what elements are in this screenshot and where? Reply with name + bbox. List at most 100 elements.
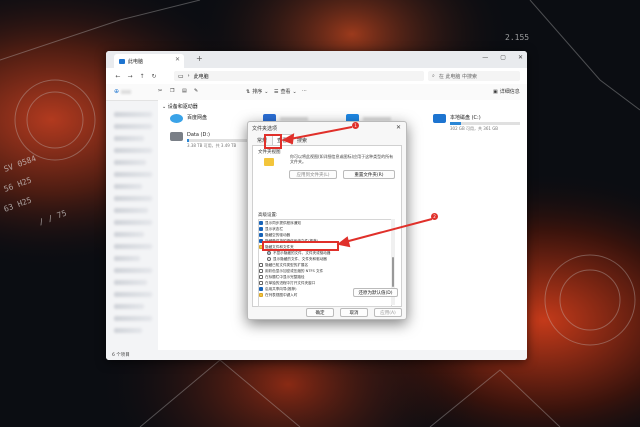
sidebar-item[interactable] <box>114 148 152 153</box>
hard-drive-icon <box>170 132 183 141</box>
new-tab-icon[interactable]: + <box>196 54 203 63</box>
dialog-title: 文件夹选项 <box>252 126 278 132</box>
sidebar-item[interactable] <box>114 304 144 309</box>
sidebar-item[interactable] <box>114 328 142 333</box>
sidebar-item[interactable] <box>114 124 152 129</box>
address-bar[interactable]: ▭ › 此电脑 <box>174 71 424 81</box>
more-icon[interactable]: ··· <box>302 88 307 94</box>
restore-defaults-button[interactable]: 还原为默认值(D) <box>353 288 398 297</box>
sidebar-item[interactable] <box>114 244 152 249</box>
monitor-icon: ▭ <box>178 72 184 80</box>
checkbox[interactable] <box>259 287 263 291</box>
usage-bar <box>450 122 520 125</box>
checkbox[interactable] <box>259 221 263 225</box>
copy-icon[interactable]: ❐ <box>170 88 174 94</box>
reset-folders-button[interactable]: 重置文件夹(R) <box>343 170 395 179</box>
up-icon[interactable]: ↑ <box>136 73 148 80</box>
close-icon[interactable]: ✕ <box>518 54 523 61</box>
option-label: 启用共享向导(推荐) <box>265 286 297 291</box>
cancel-button[interactable]: 取消 <box>340 308 368 317</box>
navigation-pane <box>106 100 158 350</box>
details-icon: ▣ <box>493 88 498 95</box>
computer-icon <box>119 58 125 64</box>
search-placeholder: 在 此电脑 中搜索 <box>438 73 477 80</box>
sidebar-item[interactable] <box>114 220 152 225</box>
details-button[interactable]: ▣ 详细信息 <box>493 88 520 96</box>
folder-view-label: 文件夹视图 <box>258 150 281 155</box>
apply-button[interactable]: 应用(A) <box>374 308 402 317</box>
usage-fill <box>187 139 190 142</box>
checkbox[interactable] <box>259 275 263 279</box>
cloud-icon <box>170 114 183 123</box>
view-button[interactable]: ☰ 查看 ⌄ <box>274 88 297 96</box>
radio-button[interactable] <box>267 257 271 261</box>
dialog-close-icon[interactable]: ✕ <box>396 124 401 131</box>
maximize-icon[interactable]: ▢ <box>500 54 506 61</box>
status-bar: 6 个项目 <box>106 350 527 360</box>
paste-icon[interactable]: ▤ <box>182 88 187 94</box>
checkbox[interactable] <box>259 227 263 231</box>
view-icon: ☰ <box>274 88 279 95</box>
view-panel: 文件夹视图 你可以将此视图(如详细信息或图标)应用于这种类型的所有文件夹。 应用… <box>252 145 402 307</box>
forward-icon[interactable]: → <box>124 73 136 80</box>
drive-d[interactable]: Data (D:) 3.38 TB 可用，共 3.49 TB <box>170 132 257 149</box>
sidebar-item[interactable] <box>114 136 144 141</box>
drive-c[interactable]: 本地磁盘 (C:) 302 GB 可用，共 361 GB <box>433 114 520 132</box>
sort-button[interactable]: ⇅ 排序 ⌄ <box>246 88 269 96</box>
sidebar-item[interactable] <box>114 196 152 201</box>
section-header[interactable]: ⌄ 设备和驱动器 <box>162 103 198 110</box>
new-icon: ⊕ <box>114 88 120 95</box>
highlight-extension-option <box>262 241 339 251</box>
step-badge-2: 2 <box>431 213 438 220</box>
sidebar-item[interactable] <box>114 268 152 273</box>
chevron-down-icon: ⌄ <box>264 88 269 95</box>
sidebar-item[interactable] <box>114 160 146 165</box>
option-label: 在列表视图中键入时 <box>265 292 298 297</box>
folder-options-dialog: 文件夹选项 ✕ 常规 查看 搜索 文件夹视图 你可以将此视图(如详细信息或图标)… <box>247 121 407 320</box>
scrollbar-thumb[interactable] <box>392 257 394 287</box>
minimize-icon[interactable]: — <box>482 54 488 61</box>
folder-icon <box>264 158 274 166</box>
blurred-label <box>121 89 132 94</box>
refresh-icon[interactable]: ↻ <box>148 73 160 80</box>
tab-close-icon[interactable]: ✕ <box>175 56 180 63</box>
sidebar-item[interactable] <box>114 280 147 285</box>
search-input[interactable]: ⌕ 在 此电脑 中搜索 <box>428 71 520 81</box>
windows-drive-icon <box>433 114 446 123</box>
option-label: 在标题栏中显示完整路径 <box>265 274 305 279</box>
drive-baidu-netdisk[interactable]: 百度网盘 <box>170 114 207 123</box>
sidebar-item[interactable] <box>114 112 152 117</box>
apply-to-folders-button[interactable]: 应用到文件夹(L) <box>289 170 337 179</box>
sidebar-item[interactable] <box>114 316 152 321</box>
rename-icon[interactable]: ✎ <box>194 88 198 94</box>
checkbox[interactable] <box>259 233 263 237</box>
wallpaper-label: 2.155 <box>505 33 529 42</box>
option-label: 不显示隐藏的文件、文件夹或驱动器 <box>273 250 331 255</box>
item-count: 6 个项目 <box>112 353 130 358</box>
sidebar-item[interactable] <box>114 256 140 261</box>
address-row: ← → ↑ ↻ ▭ › 此电脑 ⌕ 在 此电脑 中搜索 <box>106 68 527 84</box>
search-icon: ⌕ <box>432 73 435 79</box>
sort-icon: ⇅ <box>246 88 251 95</box>
new-button[interactable]: ⊕ <box>114 88 132 95</box>
sidebar-item[interactable] <box>114 232 144 237</box>
radio-button[interactable] <box>267 251 271 255</box>
folder-view-description: 你可以将此视图(如详细信息或图标)应用于这种类型的所有文件夹。 <box>290 154 394 164</box>
highlight-view-tab <box>264 134 282 149</box>
sidebar-item[interactable] <box>114 292 152 297</box>
checkbox[interactable] <box>259 269 263 273</box>
ok-button[interactable]: 确定 <box>306 308 334 317</box>
checkbox[interactable] <box>259 281 263 285</box>
sidebar-item[interactable] <box>114 184 142 189</box>
title-bar: 此电脑 ✕ + — ▢ ✕ <box>106 51 527 68</box>
sidebar-item[interactable] <box>114 208 148 213</box>
option-label: 显示状态栏 <box>265 226 283 231</box>
cut-icon[interactable]: ✂ <box>158 88 162 94</box>
back-icon[interactable]: ← <box>112 73 124 80</box>
chevron-down-icon: ⌄ <box>292 88 297 95</box>
checkbox[interactable] <box>259 263 263 267</box>
tab-this-pc[interactable]: 此电脑 ✕ <box>114 54 184 68</box>
sidebar-item[interactable] <box>114 172 152 177</box>
advanced-settings-label: 高级设置: <box>258 213 278 218</box>
usage-fill <box>450 122 462 125</box>
